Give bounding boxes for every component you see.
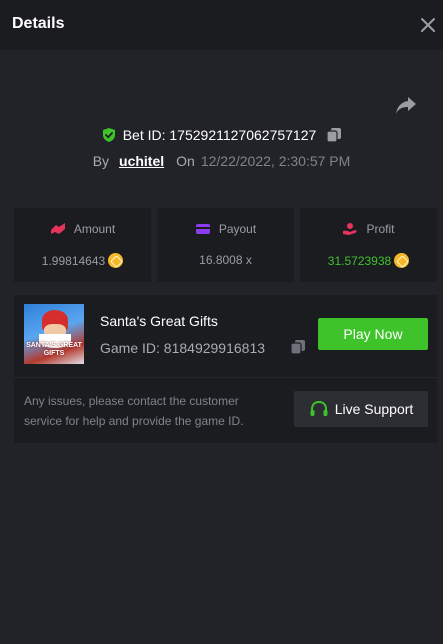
copy-icon[interactable] [326, 127, 342, 143]
stat-amount-value: 1.99814643 [41, 253, 106, 268]
verified-shield-icon [101, 127, 117, 143]
bet-id-row: Bet ID: 1752921127062757127 [0, 124, 443, 146]
on-label: On [176, 153, 195, 169]
stat-payout-value-row: 16.8008 x [157, 253, 294, 267]
stat-profit-label-row: Profit [300, 222, 437, 236]
play-now-button[interactable]: Play Now [318, 318, 428, 350]
share-icon[interactable] [395, 95, 417, 115]
bet-date: 12/22/2022, 2:30:57 PM [200, 153, 351, 169]
bet-id: Bet ID: 1752921127062757127 [122, 127, 317, 143]
stat-amount-label: Amount [73, 222, 116, 236]
support-note: Any issues, please contact the customer … [24, 394, 244, 428]
game-name: Santa's Great Gifts [100, 313, 218, 329]
profit-icon [343, 223, 357, 235]
stat-payout-value: 16.8008 x [199, 253, 252, 267]
stat-profit-label: Profit [366, 222, 395, 236]
details-header: Details [0, 0, 443, 50]
coin-icon [394, 253, 410, 268]
live-support-label: Live Support [334, 401, 414, 417]
live-support-button[interactable]: Live Support [294, 391, 428, 427]
stat-profit-value: 31.5723938 [327, 253, 392, 268]
close-icon[interactable] [417, 14, 439, 36]
stat-payout-label-row: Payout [157, 222, 294, 236]
game-id: Game ID: 8184929916813 [100, 340, 266, 356]
stat-amount: Amount 1.99814643 [14, 208, 151, 282]
stats-row: Amount 1.99814643 Payout 16.8008 x Profi… [14, 208, 437, 282]
by-label: By [92, 153, 110, 169]
coin-icon [108, 253, 124, 268]
stat-profit: Profit 31.5723938 [300, 208, 437, 282]
stat-profit-value-row: 31.5723938 [300, 253, 437, 268]
bet-meta-row: By uchitel On 12/22/2022, 2:30:57 PM [0, 151, 443, 171]
thumb-title: SANTA'S GREAT GIFTS [26, 342, 82, 357]
copy-icon[interactable] [290, 339, 306, 355]
game-thumbnail[interactable]: SANTA'S GREAT GIFTS [24, 304, 84, 364]
headset-icon [310, 400, 328, 416]
stat-payout: Payout 16.8008 x [157, 208, 294, 282]
page-title: Details [12, 15, 65, 32]
card-icon [195, 224, 210, 234]
stat-amount-label-row: Amount [14, 222, 151, 236]
game-card: SANTA'S GREAT GIFTS Santa's Great Gifts … [14, 295, 437, 443]
divider [14, 377, 437, 378]
username-link[interactable]: uchitel [119, 153, 164, 169]
amount-icon [50, 223, 65, 234]
stat-payout-label: Payout [218, 222, 257, 236]
stat-amount-value-row: 1.99814643 [14, 253, 151, 268]
